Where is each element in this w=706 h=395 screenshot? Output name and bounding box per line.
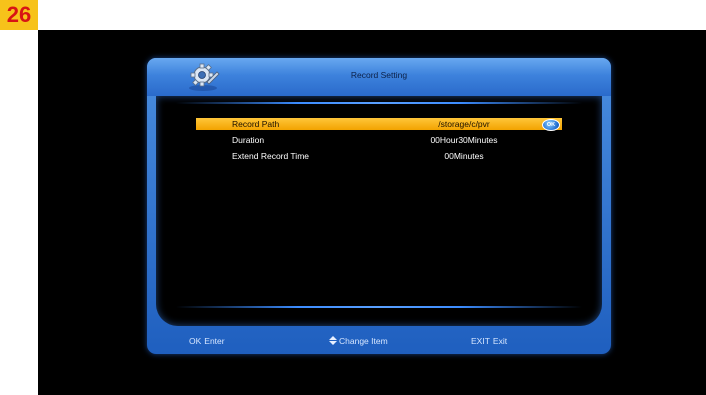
ok-key-label: OK [189,336,202,346]
setting-value: 00Hour30Minutes [430,135,498,145]
exit-key-label: EXIT [471,336,490,346]
exit-label: Exit [492,336,508,346]
page-number-badge: 26 [0,0,38,30]
help-bar: OK Enter Change Item EXIT Exit [147,328,611,354]
enter-label: Enter [204,336,225,346]
help-change-item: Change Item [329,336,388,346]
bottom-divider [176,306,582,308]
setting-label: Extend Record Time [232,151,310,161]
record-setting-window: Record Setting Record Path /storage/c/pv… [147,58,611,354]
up-down-arrow-icon [329,336,337,345]
setting-row-extend-record-time[interactable]: Extend Record Time 00Minutes [196,150,562,162]
setting-label: Record Path [232,119,280,129]
settings-panel: Record Path /storage/c/pvr OK Duration 0… [156,96,602,326]
change-item-label: Change Item [339,336,388,346]
settings-list: Record Path /storage/c/pvr OK Duration 0… [196,118,562,166]
window-title: Record Setting [350,70,408,80]
top-divider [176,102,582,104]
setting-label: Duration [232,135,265,145]
setting-value: 00Minutes [444,151,484,161]
tv-screen: Record Setting Record Path /storage/c/pv… [38,30,706,395]
setting-value: /storage/c/pvr [438,119,490,129]
title-bar: Record Setting [147,58,611,96]
help-exit: EXIT Exit [471,336,507,346]
ok-button-icon[interactable]: OK [542,119,560,131]
setting-row-record-path[interactable]: Record Path /storage/c/pvr OK [196,118,562,131]
help-enter: OK Enter [189,336,225,346]
setting-row-duration[interactable]: Duration 00Hour30Minutes [196,134,562,146]
